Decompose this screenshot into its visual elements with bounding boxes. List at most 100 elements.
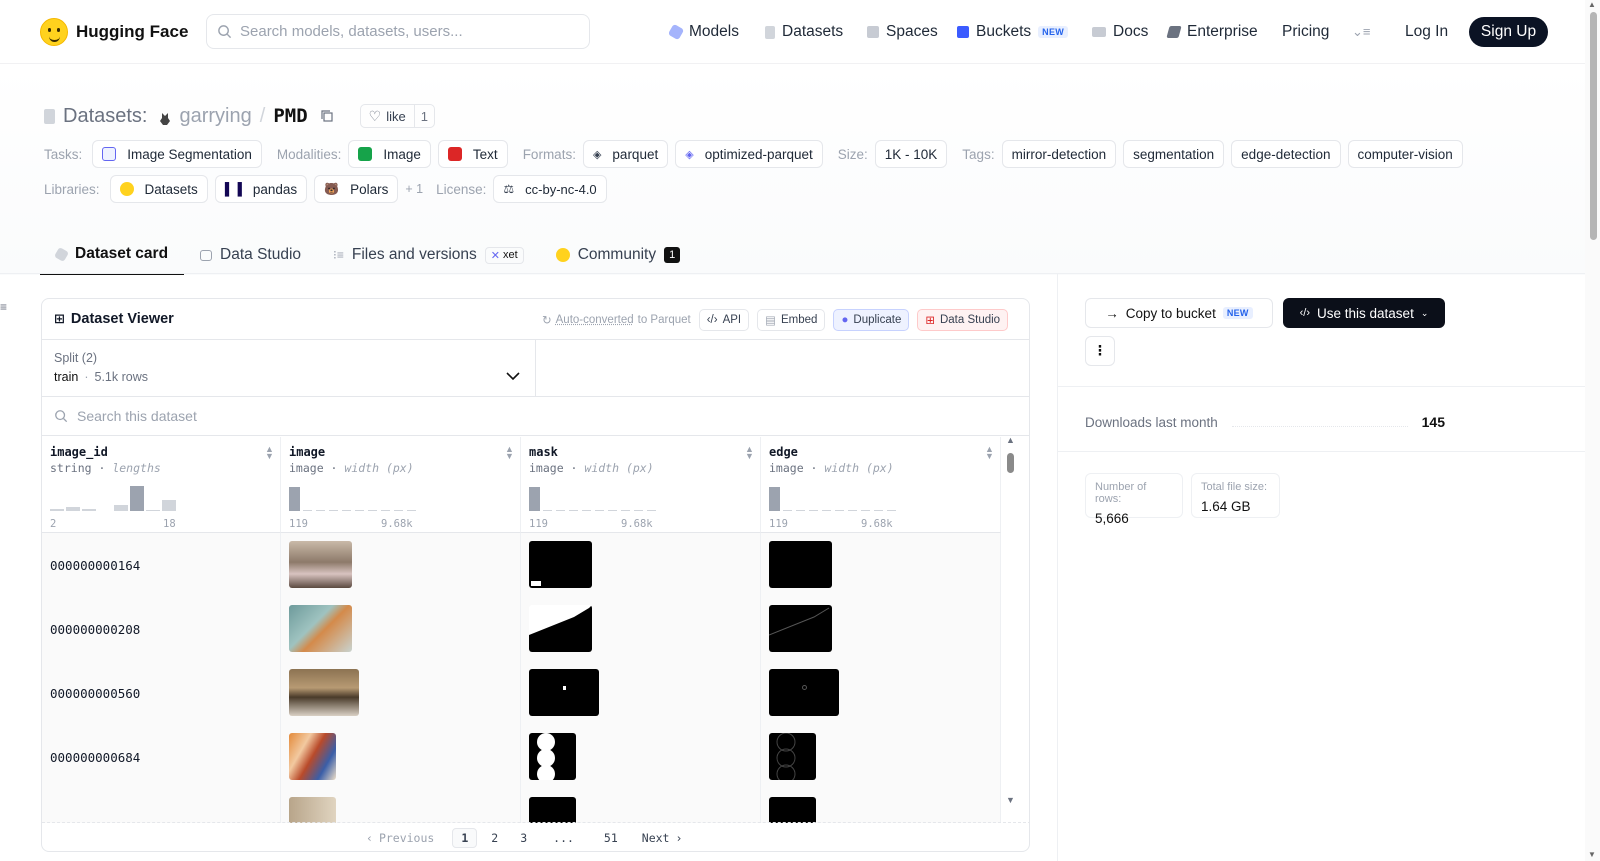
page-51[interactable]: 51: [592, 829, 630, 847]
tag-computer-vision[interactable]: computer-vision: [1347, 140, 1463, 168]
scroll-up-icon[interactable]: ▲: [1588, 0, 1596, 9]
image-thumbnail[interactable]: [289, 541, 352, 588]
nav-docs[interactable]: Docs: [1092, 20, 1148, 44]
library-tag-datasets[interactable]: Datasets: [109, 175, 208, 203]
mask-thumbnail[interactable]: [529, 605, 592, 652]
duplicate-button[interactable]: ● Duplicate: [833, 309, 910, 331]
cell-image[interactable]: [281, 661, 521, 726]
nav-models[interactable]: Models: [667, 20, 739, 44]
column-header-image[interactable]: image image · width (px) ▲ ▼ 119 9.68k: [281, 437, 521, 533]
tab-dataset-card[interactable]: Dataset card: [40, 235, 185, 275]
scroll-up-icon[interactable]: ▲: [1006, 437, 1015, 445]
nav-enterprise[interactable]: Enterprise: [1166, 20, 1258, 44]
login-link[interactable]: Log In: [1405, 20, 1448, 44]
cell-edge[interactable]: [761, 533, 1001, 598]
license-tag[interactable]: ⚖ cc-by-nc-4.0: [493, 175, 607, 203]
more-options-button[interactable]: ⋮: [1085, 336, 1115, 366]
format-tag-parquet[interactable]: ◈ parquet: [582, 140, 669, 168]
tab-data-studio[interactable]: Data Studio: [184, 235, 317, 275]
signup-button[interactable]: Sign Up: [1469, 17, 1548, 47]
split-selector[interactable]: Split (2) train · 5.1k rows: [42, 340, 536, 396]
cell-image[interactable]: [281, 597, 521, 662]
copy-icon[interactable]: [320, 109, 334, 123]
cell-image-id[interactable]: 000000000684: [42, 725, 281, 790]
more-menu-button[interactable]: ⌄≡: [1352, 20, 1370, 44]
sort-icon[interactable]: ▲ ▼: [265, 445, 274, 461]
cell-edge[interactable]: [761, 725, 1001, 790]
modality-tag-text[interactable]: Text: [437, 140, 508, 168]
task-tag-image-segmentation[interactable]: Image Segmentation: [92, 140, 262, 168]
mask-thumbnail[interactable]: [529, 669, 599, 716]
sort-icon[interactable]: ▲ ▼: [505, 445, 514, 461]
cell-image[interactable]: [281, 789, 521, 823]
mask-thumbnail[interactable]: [529, 541, 592, 588]
edge-thumbnail[interactable]: [769, 733, 816, 780]
copy-to-bucket-button[interactable]: → Copy to bucket NEW: [1085, 298, 1273, 328]
cell-image-id[interactable]: [42, 789, 281, 823]
library-tag-pandas[interactable]: ▌▐ pandas: [214, 175, 308, 203]
cell-mask[interactable]: [521, 533, 761, 598]
use-this-dataset-button[interactable]: ‹/› Use this dataset ⌄: [1283, 298, 1445, 328]
sort-icon[interactable]: ▲ ▼: [985, 445, 994, 461]
image-thumbnail[interactable]: [289, 605, 352, 652]
cell-image[interactable]: [281, 533, 521, 598]
image-thumbnail[interactable]: [289, 733, 336, 780]
tag-mirror-detection[interactable]: mirror-detection: [1001, 140, 1117, 168]
brand-logo[interactable]: Hugging Face: [40, 16, 190, 48]
table-scrollbar[interactable]: ▲ ▼: [1004, 437, 1018, 807]
image-thumbnail[interactable]: [289, 669, 359, 716]
cell-mask[interactable]: [521, 725, 761, 790]
sidebar-toggle-icon[interactable]: ≡: [0, 300, 7, 314]
api-button[interactable]: ‹/› API: [698, 309, 750, 331]
nav-spaces[interactable]: Spaces: [867, 20, 938, 44]
column-header-image-id[interactable]: image_id string · lengths ▲ ▼ 2 18: [42, 437, 281, 533]
size-tag[interactable]: 1K - 10K: [874, 140, 948, 168]
edge-thumbnail[interactable]: [769, 605, 832, 652]
nav-pricing[interactable]: Pricing: [1282, 20, 1329, 44]
scroll-down-icon[interactable]: ▼: [1588, 850, 1596, 859]
scrollbar-thumb[interactable]: [1007, 453, 1014, 473]
cell-edge[interactable]: [761, 597, 1001, 662]
cell-image-id[interactable]: 000000000164: [42, 533, 281, 598]
tab-files-and-versions[interactable]: ⁝≡ Files and versions ✕ xet: [317, 235, 540, 275]
page-scrollbar-thumb[interactable]: [1590, 12, 1597, 240]
pagination-next[interactable]: Next ›: [636, 831, 689, 845]
column-header-mask[interactable]: mask image · width (px) ▲ ▼ 119 9.68k: [521, 437, 761, 533]
cell-edge[interactable]: [761, 661, 1001, 726]
mask-thumbnail[interactable]: [529, 733, 576, 780]
nav-buckets[interactable]: Buckets NEW: [957, 20, 1069, 44]
like-button[interactable]: ♡ like 1: [359, 104, 435, 128]
cell-mask[interactable]: [521, 661, 761, 726]
format-tag-optimized-parquet[interactable]: ◈ optimized-parquet: [675, 140, 823, 168]
page-1[interactable]: 1: [452, 828, 478, 848]
tag-edge-detection[interactable]: edge-detection: [1231, 140, 1341, 168]
mask-thumbnail[interactable]: [529, 797, 576, 823]
tab-community[interactable]: Community 1: [540, 235, 697, 275]
cell-edge[interactable]: [761, 789, 1001, 823]
cell-image-id[interactable]: 000000000208: [42, 597, 281, 662]
page-2[interactable]: 2: [483, 829, 506, 847]
cell-mask[interactable]: [521, 597, 761, 662]
nav-datasets[interactable]: Datasets: [765, 20, 843, 44]
global-search[interactable]: [206, 14, 590, 49]
data-studio-button[interactable]: ⊞ Data Studio: [917, 309, 1009, 331]
edge-thumbnail[interactable]: [769, 797, 816, 823]
image-thumbnail[interactable]: [289, 797, 336, 823]
tag-segmentation[interactable]: segmentation: [1123, 140, 1225, 168]
repo-name[interactable]: PMD: [273, 105, 307, 127]
global-search-input[interactable]: [240, 23, 589, 40]
edge-thumbnail[interactable]: [769, 669, 839, 716]
scroll-down-icon[interactable]: ▼: [1006, 795, 1015, 805]
embed-button[interactable]: ▤ Embed: [757, 309, 826, 331]
repo-owner-link[interactable]: garrying: [179, 105, 251, 128]
column-header-edge[interactable]: edge image · width (px) ▲ ▼ 119 9.68k: [761, 437, 1001, 533]
cell-image-id[interactable]: 000000000560: [42, 661, 281, 726]
pagination-previous[interactable]: ‹ Previous: [360, 831, 440, 845]
libraries-more-link[interactable]: + 1: [405, 182, 423, 196]
cell-image[interactable]: [281, 725, 521, 790]
modality-tag-image[interactable]: Image: [348, 140, 431, 168]
auto-converted-link[interactable]: Auto-converted: [556, 314, 634, 326]
dataset-search[interactable]: Search this dataset: [54, 397, 1014, 435]
sort-icon[interactable]: ▲ ▼: [745, 445, 754, 461]
cell-mask[interactable]: [521, 789, 761, 823]
